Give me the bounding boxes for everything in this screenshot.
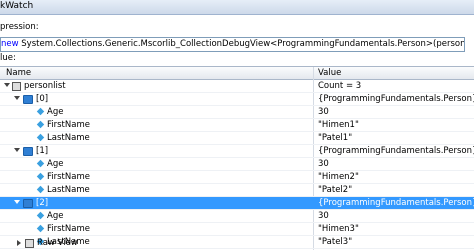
watch-row-item-2[interactable]: [2] {ProgrammingFundamentals.Person} xyxy=(0,197,474,210)
expression-keyword: new xyxy=(1,39,19,49)
row-name: Age xyxy=(47,159,64,169)
watch-row-age[interactable]: Age 30 xyxy=(0,210,474,223)
expression-field[interactable]: new System.Collections.Generic.Mscorlib_… xyxy=(0,37,465,52)
row-value[interactable]: "Patel2" xyxy=(318,185,352,195)
object-icon xyxy=(23,95,33,104)
collapsed-arrow-icon[interactable] xyxy=(17,240,21,246)
row-value[interactable]: {ProgrammingFundamentals.Person} xyxy=(318,146,474,156)
property-icon xyxy=(36,159,45,168)
row-name: [2] xyxy=(36,198,49,208)
watch-row-firstname[interactable]: FirstName "Himen2" xyxy=(0,171,474,184)
raw-view-icon xyxy=(25,239,34,248)
expression-text: System.Collections.Generic.Mscorlib_Coll… xyxy=(21,39,465,49)
row-value[interactable]: "Himen3" xyxy=(318,224,359,234)
expand-arrow-icon[interactable] xyxy=(14,148,20,152)
row-name: LastName xyxy=(47,185,90,195)
expand-arrow-icon[interactable] xyxy=(4,83,10,87)
row-value[interactable]: "Patel1" xyxy=(318,133,352,143)
row-name: FirstName xyxy=(47,120,90,130)
object-icon xyxy=(23,147,33,156)
watch-row-item-0[interactable]: [0] {ProgrammingFundamentals.Person} xyxy=(0,93,474,106)
row-value[interactable]: {ProgrammingFundamentals.Person} xyxy=(318,198,474,208)
row-name: Raw View xyxy=(37,238,78,248)
object-icon xyxy=(23,199,33,208)
property-icon xyxy=(36,120,45,129)
row-name: Age xyxy=(47,211,64,221)
watch-row-lastname[interactable]: LastName "Patel1" xyxy=(0,132,474,145)
property-icon xyxy=(36,107,45,116)
expression-label: pression: xyxy=(0,22,39,32)
row-value[interactable]: {ProgrammingFundamentals.Person} xyxy=(318,94,474,104)
row-name: Age xyxy=(47,107,64,117)
watch-row-lastname[interactable]: LastName "Patel2" xyxy=(0,184,474,197)
row-value[interactable]: 30 xyxy=(318,211,329,221)
row-value[interactable]: Count = 3 xyxy=(318,81,361,91)
property-icon xyxy=(36,224,45,233)
column-header-value[interactable]: Value xyxy=(318,68,341,78)
expand-arrow-icon[interactable] xyxy=(14,96,20,100)
watch-row-raw-view[interactable]: Raw View xyxy=(0,237,474,249)
row-name: [0] xyxy=(36,94,49,104)
grid-header: Name Value xyxy=(0,67,474,80)
watch-row-item-1[interactable]: [1] {ProgrammingFundamentals.Person} xyxy=(0,145,474,158)
row-value[interactable]: "Himen1" xyxy=(318,120,359,130)
watch-row-age[interactable]: Age 30 xyxy=(0,158,474,171)
value-label: lue: xyxy=(0,53,16,63)
property-icon xyxy=(36,133,45,142)
row-name: personlist xyxy=(24,81,66,91)
property-icon xyxy=(36,185,45,194)
row-name: LastName xyxy=(47,133,90,143)
row-value[interactable]: 30 xyxy=(318,107,329,117)
property-icon xyxy=(36,211,45,220)
row-value[interactable]: 30 xyxy=(318,159,329,169)
row-name: [1] xyxy=(36,146,49,156)
column-header-name[interactable]: Name xyxy=(6,68,31,78)
variable-icon xyxy=(12,82,21,91)
row-value[interactable]: "Himen2" xyxy=(318,172,359,182)
watch-row-age[interactable]: Age 30 xyxy=(0,106,474,119)
expand-arrow-icon[interactable] xyxy=(14,200,20,204)
row-name: FirstName xyxy=(47,172,90,182)
watch-row-firstname[interactable]: FirstName "Himen3" xyxy=(0,223,474,236)
watch-row-firstname[interactable]: FirstName "Himen1" xyxy=(0,119,474,132)
watch-row-personlist[interactable]: personlist Count = 3 xyxy=(0,80,474,93)
title-bar: kWatch xyxy=(0,0,474,15)
row-name: FirstName xyxy=(47,224,90,234)
window-title: kWatch xyxy=(0,1,34,11)
property-icon xyxy=(36,172,45,181)
watch-grid: Name Value personlist Count = 3 [0] {Pro… xyxy=(0,66,474,250)
